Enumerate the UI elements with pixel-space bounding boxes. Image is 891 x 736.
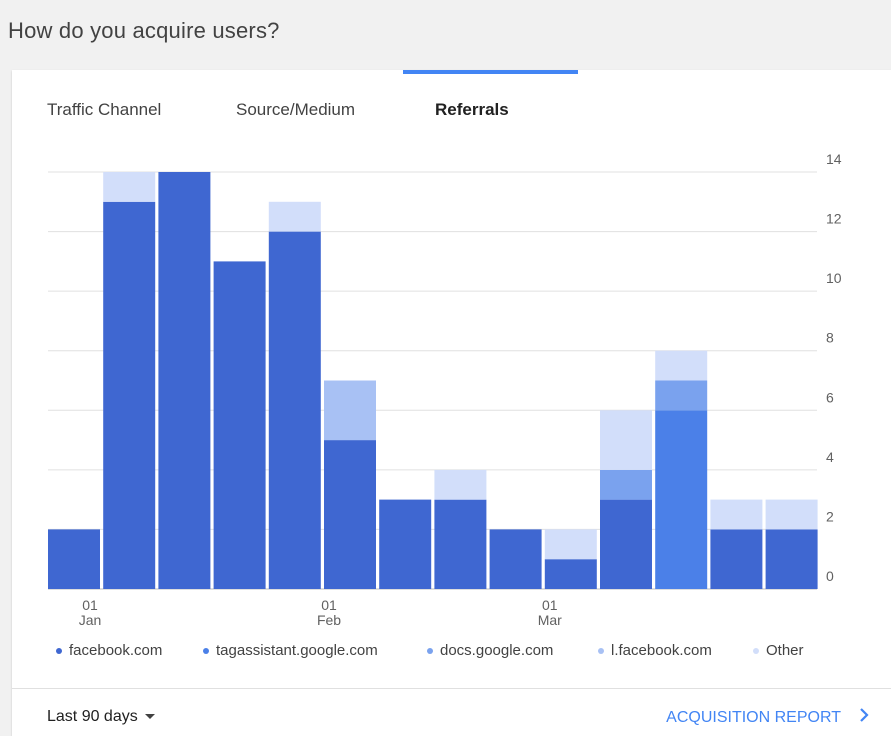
- bar-segment-facebook-com[interactable]: [268, 231, 321, 589]
- x-tick-month: Mar: [538, 612, 562, 628]
- bar-segment-facebook-com[interactable]: [434, 499, 487, 589]
- legend-item-lfacebook[interactable]: l.facebook.com: [598, 642, 712, 659]
- bar-segment-l-facebook-com[interactable]: [324, 380, 376, 441]
- x-tick-month: Feb: [317, 612, 341, 628]
- legend-label: l.facebook.com: [611, 642, 712, 659]
- bar-segment-facebook-com[interactable]: [324, 440, 376, 589]
- legend-label: facebook.com: [69, 642, 163, 659]
- legend-item-docs[interactable]: docs.google.com: [427, 642, 553, 659]
- y-tick-label: 6: [826, 389, 834, 405]
- bar-segment-other[interactable]: [765, 499, 818, 530]
- bar-segment-facebook-com[interactable]: [48, 529, 100, 589]
- bar-segment-other[interactable]: [600, 410, 652, 470]
- x-tick-month: Jan: [79, 612, 102, 628]
- bar-segment-facebook-com[interactable]: [103, 201, 156, 590]
- bar-segment-other[interactable]: [710, 499, 763, 530]
- legend-item-other[interactable]: Other: [753, 642, 804, 659]
- y-tick-label: 8: [826, 330, 834, 346]
- legend-label: docs.google.com: [440, 642, 554, 659]
- y-tick-label: 12: [826, 211, 842, 227]
- bar-segment-other[interactable]: [655, 350, 708, 381]
- caret-down-icon: [144, 714, 155, 720]
- legend-item-tagassistant[interactable]: tagassistant.google.com: [203, 642, 378, 659]
- bar-segment-docs-google-com[interactable]: [600, 469, 652, 500]
- y-tick-label: 4: [826, 449, 834, 465]
- bar-segment-other[interactable]: [103, 172, 156, 202]
- y-tick-label: 2: [826, 508, 834, 524]
- legend-dot-icon: [56, 647, 62, 654]
- y-tick-label: 10: [826, 270, 842, 286]
- x-tick-day: 01: [82, 597, 98, 613]
- legend-dot-icon: [753, 647, 759, 654]
- bar-segment-other[interactable]: [268, 201, 321, 232]
- bar-segment-facebook-com[interactable]: [765, 529, 818, 589]
- acquisition-report-link[interactable]: ACQUISITION REPORT: [666, 708, 869, 727]
- referrals-bar-chart: 0246810121401Jan01Feb01Mar: [48, 151, 842, 628]
- legend-label: Other: [766, 642, 804, 659]
- bar-segment-facebook-com[interactable]: [710, 529, 763, 589]
- x-tick-day: 01: [321, 597, 337, 613]
- legend-label: tagassistant.google.com: [216, 642, 378, 659]
- x-tick-day: 01: [542, 597, 558, 613]
- page-title: How do you acquire users?: [8, 18, 280, 43]
- legend-item-facebook[interactable]: facebook.com: [56, 642, 162, 659]
- bar-segment-facebook-com[interactable]: [158, 172, 211, 589]
- acquisition-card: Traffic Channel Source/Medium Referrals …: [12, 70, 891, 736]
- chevron-right-icon: [859, 708, 869, 727]
- legend-dot-icon: [427, 647, 433, 654]
- date-range-label: Last 90 days: [47, 708, 138, 725]
- date-range-dropdown[interactable]: Last 90 days: [47, 708, 155, 726]
- bar-segment-facebook-com[interactable]: [379, 499, 432, 589]
- y-tick-label: 14: [826, 151, 842, 167]
- bar-segment-other[interactable]: [434, 469, 487, 500]
- bar-segment-facebook-com[interactable]: [489, 529, 542, 589]
- bar-segment-facebook-com[interactable]: [544, 559, 597, 589]
- report-link-label: ACQUISITION REPORT: [666, 708, 841, 726]
- bar-segment-docs-google-com[interactable]: [655, 380, 708, 411]
- bar-segment-other[interactable]: [544, 529, 597, 560]
- legend-dot-icon: [598, 647, 604, 654]
- footer-divider: [12, 688, 891, 689]
- bar-segment-facebook-com[interactable]: [600, 499, 652, 589]
- bar-segment-facebook-com[interactable]: [213, 261, 266, 589]
- bar-segment-tagassistant-google-com[interactable]: [655, 410, 708, 589]
- y-tick-label: 0: [826, 568, 834, 584]
- legend-dot-icon: [203, 647, 209, 654]
